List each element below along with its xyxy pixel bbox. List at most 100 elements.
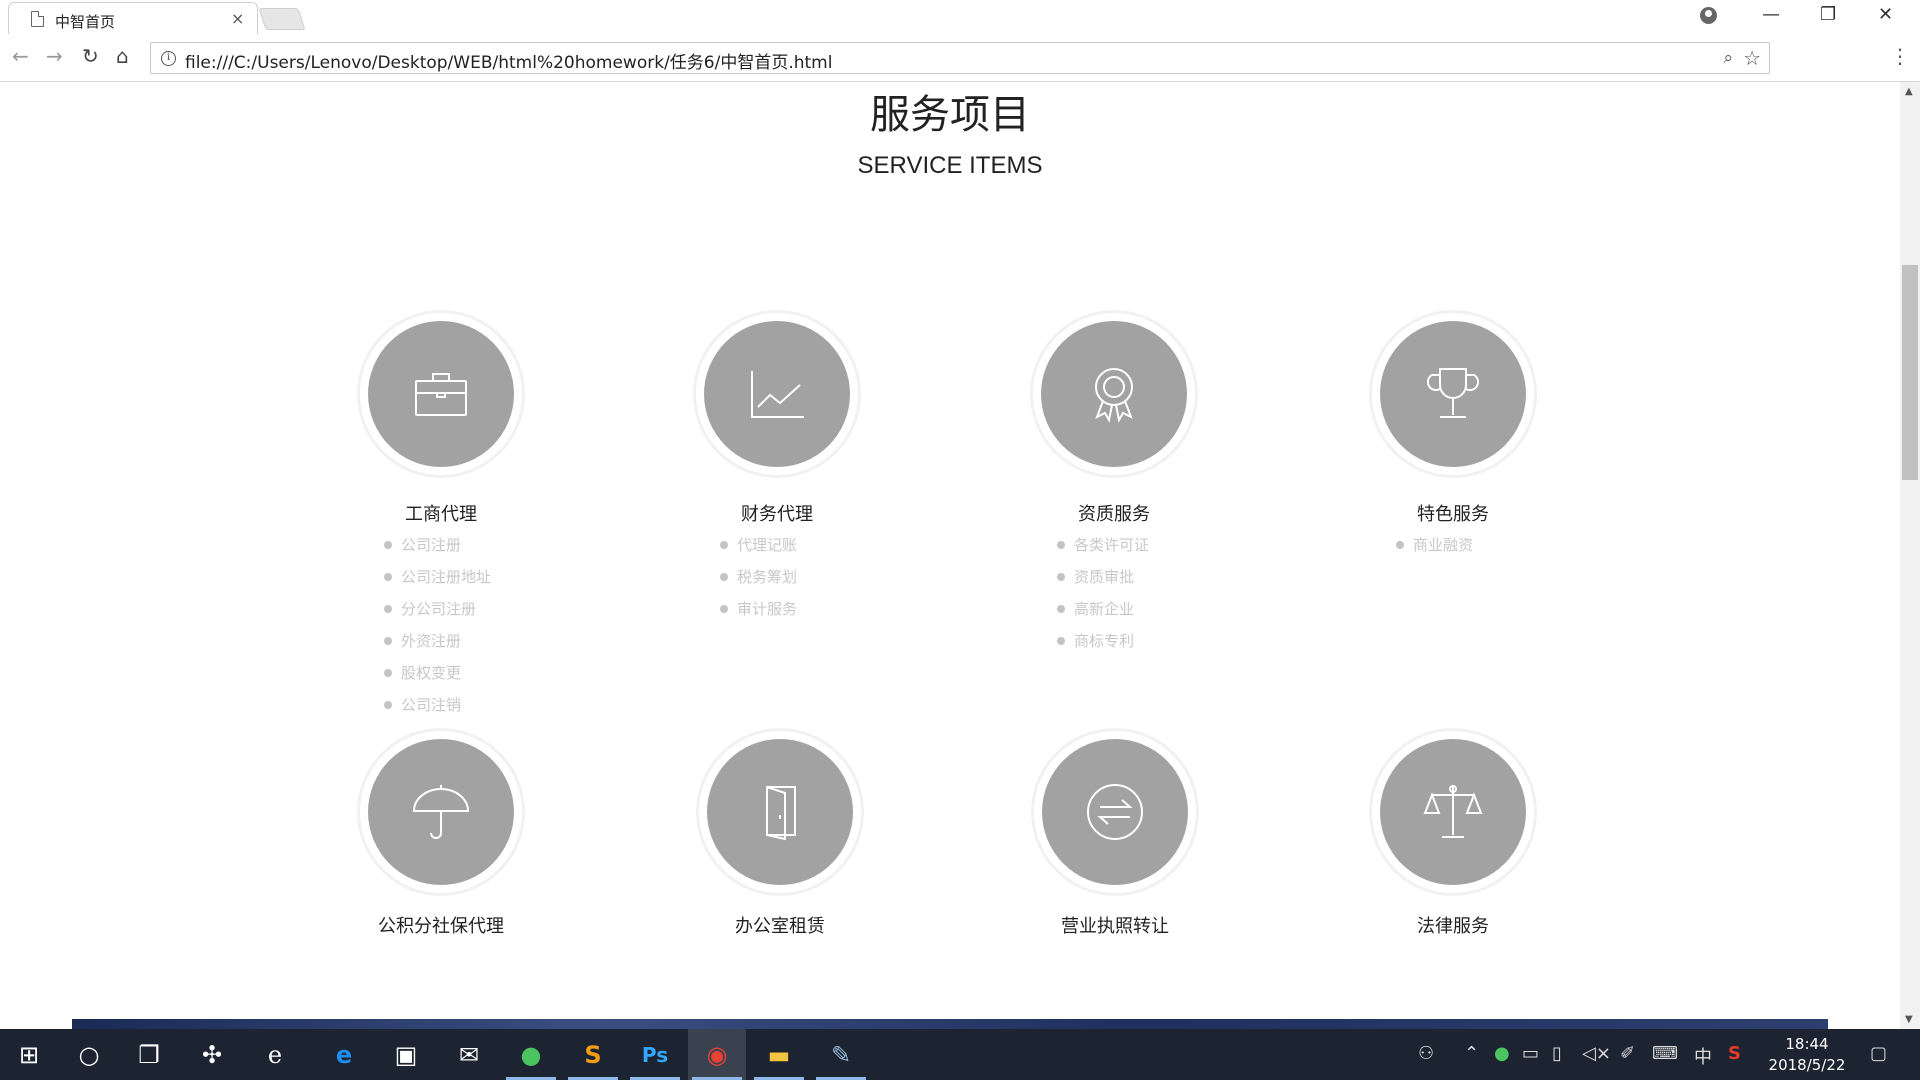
360-tray-icon[interactable]: ● [1494, 1043, 1510, 1064]
store-icon[interactable]: ▣ [377, 1029, 435, 1080]
service-sub-list: 各类许可证 资质审批 高新企业 商标专利 [1057, 534, 1149, 662]
service-name[interactable]: 公积分社保代理 [271, 912, 611, 938]
service-sub-list: 代理记账 税务筹划 审计服务 [720, 534, 797, 630]
service-sub-list: 商业融资 [1396, 534, 1473, 566]
service-sub-item[interactable]: 股权变更 [384, 662, 491, 694]
service-sub-item[interactable]: 税务筹划 [720, 566, 797, 598]
taskbar-clock[interactable]: 18:44 2018/5/22 [1752, 1034, 1862, 1076]
new-tab-button[interactable] [258, 8, 306, 30]
file-explorer-icon[interactable]: ▬ [750, 1029, 808, 1080]
service-sub-item[interactable]: 商业融资 [1396, 534, 1473, 566]
url-text[interactable]: file:///C:/Users/Lenovo/Desktop/WEB/html… [185, 48, 832, 73]
address-bar[interactable]: i file:///C:/Users/Lenovo/Desktop/WEB/ht… [150, 42, 1770, 74]
chrome-icon[interactable]: ◉ [688, 1029, 746, 1080]
360-browser-icon[interactable]: ● [502, 1029, 560, 1080]
touch-keyboard-icon[interactable]: ⌨ [1652, 1043, 1678, 1064]
back-button[interactable]: ← [12, 44, 29, 68]
service-icon-circle [1380, 321, 1526, 467]
tab-title: 中智首页 [55, 13, 116, 31]
service-sub-item[interactable]: 代理记账 [720, 534, 797, 566]
volume-muted-icon[interactable]: ◁× [1582, 1043, 1611, 1064]
service-icon-ring [693, 310, 861, 478]
site-info-icon[interactable]: i [161, 51, 176, 66]
section-title: 服务项目 [870, 92, 1030, 138]
service-sub-item[interactable]: 公司注销 [384, 694, 491, 726]
network-icon[interactable]: ▭ [1522, 1043, 1539, 1064]
zoom-icon[interactable]: ⌕ [1723, 48, 1733, 68]
tab-close-icon[interactable]: × [231, 9, 244, 28]
page-viewport: 服务项目 SERVICE ITEMS 工商代理 公司注册 公司注册地址 分公司注… [0, 82, 1900, 1029]
browser-menu-icon[interactable]: ⋮ [1890, 44, 1910, 68]
service-name[interactable]: 财务代理 [607, 500, 947, 526]
forward-button[interactable]: → [46, 44, 63, 68]
scroll-down-arrow-icon[interactable]: ▼ [1905, 1014, 1913, 1025]
windows-taskbar: ⊞ ○ ❐ ✣ e e ▣ ✉ ● S Ps ◉ ▬ ✎ ⚇ ⌃ ● ▭ ▯ ◁… [0, 1029, 1920, 1080]
browser-tab[interactable]: 中智首页 × [8, 2, 258, 36]
task-view-button[interactable]: ❐ [120, 1029, 178, 1080]
paint-icon[interactable]: ✎ [812, 1029, 870, 1080]
service-name[interactable]: 工商代理 [271, 500, 611, 526]
cortana-button[interactable]: ○ [60, 1029, 118, 1080]
restore-button[interactable]: ❐ [1820, 4, 1836, 25]
service-sub-list: 公司注册 公司注册地址 分公司注册 外资注册 股权变更 公司注销 [384, 534, 491, 726]
service-sub-item[interactable]: 高新企业 [1057, 598, 1149, 630]
close-window-button[interactable]: ✕ [1878, 4, 1893, 25]
service-name[interactable]: 法律服务 [1283, 912, 1623, 938]
service-sub-item[interactable]: 外资注册 [384, 630, 491, 662]
line-chart-icon [751, 371, 804, 418]
clock-time: 18:44 [1785, 1035, 1829, 1053]
mail-icon[interactable]: ✉ [440, 1029, 498, 1080]
scales-icon [1423, 785, 1483, 838]
task-view-icon: ❐ [138, 1041, 160, 1069]
scroll-thumb[interactable] [1902, 265, 1918, 480]
service-sub-item[interactable]: 公司注册地址 [384, 566, 491, 598]
door-icon [766, 786, 796, 841]
show-hidden-icons-chevron-icon[interactable]: ⌃ [1464, 1043, 1479, 1064]
section-subtitle: SERVICE ITEMS [857, 152, 1043, 179]
service-icon-ring [1369, 310, 1537, 478]
service-icon-circle [704, 321, 850, 467]
people-icon[interactable]: ⚇ [1418, 1043, 1434, 1064]
service-sub-item[interactable]: 各类许可证 [1057, 534, 1149, 566]
service-sub-item[interactable]: 商标专利 [1057, 630, 1149, 662]
edge-icon[interactable]: e [315, 1029, 373, 1080]
service-sub-item[interactable]: 审计服务 [720, 598, 797, 630]
umbrella-icon [412, 785, 470, 839]
pinwheel-app-icon[interactable]: ✣ [183, 1029, 241, 1080]
home-button[interactable]: ⌂ [116, 44, 129, 68]
reload-button[interactable]: ↻ [82, 44, 99, 68]
start-button[interactable]: ⊞ [0, 1029, 58, 1080]
service-icon-circle [707, 739, 853, 885]
profile-icon[interactable] [1700, 7, 1717, 24]
cortana-circle-icon: ○ [78, 1041, 100, 1069]
bookmark-star-icon[interactable]: ☆ [1743, 46, 1761, 70]
pen-icon[interactable]: ✐ [1620, 1043, 1635, 1064]
service-icon-ring [1031, 728, 1199, 896]
battery-icon[interactable]: ▯ [1552, 1043, 1562, 1064]
service-icon-circle [368, 321, 514, 467]
service-name[interactable]: 资质服务 [944, 500, 1284, 526]
service-name[interactable]: 营业执照转让 [945, 912, 1285, 938]
browser-toolbar: ← → ↻ ⌂ i file:///C:/Users/Lenovo/Deskto… [0, 34, 1920, 82]
trophy-icon [1426, 368, 1480, 418]
service-icon-ring [1369, 728, 1537, 896]
ie-icon[interactable]: e [246, 1029, 304, 1080]
page-icon [31, 11, 44, 27]
service-sub-item[interactable]: 分公司注册 [384, 598, 491, 630]
service-icon-circle [368, 739, 514, 885]
photoshop-icon[interactable]: Ps [626, 1029, 684, 1080]
service-icon-ring [696, 728, 864, 896]
sublime-text-icon[interactable]: S [564, 1029, 622, 1080]
page-scrollbar[interactable]: ▲ ▼ [1900, 82, 1920, 1029]
service-icon-ring [357, 310, 525, 478]
service-name[interactable]: 办公室租赁 [610, 912, 950, 938]
service-icon-circle [1042, 739, 1188, 885]
service-sub-item[interactable]: 公司注册 [384, 534, 491, 566]
scroll-up-arrow-icon[interactable]: ▲ [1905, 86, 1913, 97]
ime-indicator[interactable]: 中 [1694, 1043, 1712, 1069]
sogou-input-icon[interactable]: S [1728, 1043, 1741, 1064]
minimize-button[interactable]: — [1762, 4, 1780, 25]
action-center-icon[interactable]: ▢ [1870, 1043, 1887, 1064]
service-name[interactable]: 特色服务 [1283, 500, 1623, 526]
service-sub-item[interactable]: 资质审批 [1057, 566, 1149, 598]
